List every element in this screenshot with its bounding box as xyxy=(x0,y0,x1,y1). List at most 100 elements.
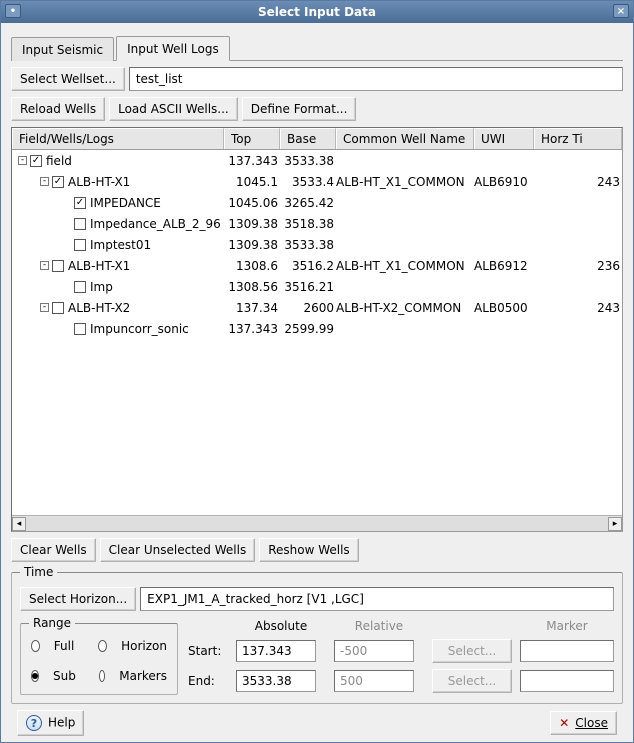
start-marker-select-button: Select... xyxy=(432,639,512,663)
window-title: Select Input Data xyxy=(258,5,376,19)
define-format-button[interactable]: Define Format... xyxy=(242,97,357,121)
row-label: field xyxy=(46,154,72,168)
tab-input-seismic[interactable]: Input Seismic xyxy=(11,37,114,61)
range-legend: Range xyxy=(29,616,75,630)
cell-base: 3533.4 xyxy=(280,175,336,189)
titlebar: • Select Input Data × xyxy=(1,1,633,23)
tab-input-well-logs[interactable]: Input Well Logs xyxy=(116,36,230,61)
cell-base: 3533.38 xyxy=(280,154,336,168)
end-marker-select-button: Select... xyxy=(432,669,512,693)
table-row[interactable]: Imptest011309.383533.38 xyxy=(12,234,622,255)
reload-wells-button[interactable]: Reload Wells xyxy=(11,97,105,121)
tree-toggle[interactable]: - xyxy=(40,303,49,312)
start-label: Start: xyxy=(188,644,228,658)
tabstrip: Input Seismic Input Well Logs xyxy=(11,33,623,61)
wells-tree-table: Field/Wells/Logs Top Base Common Well Na… xyxy=(11,127,623,532)
column-header[interactable]: Common Well Name xyxy=(336,128,474,149)
cell-common: ALB-HT-X2_COMMON xyxy=(336,301,474,315)
column-header[interactable]: Horz Ti xyxy=(534,128,622,149)
scroll-left-icon[interactable]: ◂ xyxy=(12,517,26,531)
relative-header: Relative xyxy=(334,619,424,633)
range-group: Range Full Horizon Sub Markers xyxy=(20,623,178,695)
end-label: End: xyxy=(188,674,228,688)
row-checkbox[interactable] xyxy=(74,323,86,335)
clear-unselected-wells-button[interactable]: Clear Unselected Wells xyxy=(100,538,256,562)
select-wellset-button[interactable]: Select Wellset... xyxy=(11,67,125,91)
cell-base: 2600 xyxy=(280,301,336,315)
cell-top: 1308.6 xyxy=(224,259,280,273)
row-checkbox[interactable] xyxy=(52,260,64,272)
row-checkbox[interactable] xyxy=(74,239,86,251)
time-legend: Time xyxy=(20,565,57,579)
cell-horz: 243 xyxy=(534,175,622,189)
row-label: IMPEDANCE xyxy=(90,196,161,210)
row-label: Imptest01 xyxy=(90,238,151,252)
help-icon: ? xyxy=(26,715,42,731)
table-row[interactable]: ✓IMPEDANCE1045.063265.42 xyxy=(12,192,622,213)
tree-toggle[interactable]: - xyxy=(18,156,27,165)
row-label: Impuncorr_sonic xyxy=(90,322,189,336)
radio-full[interactable] xyxy=(31,640,40,652)
cell-base: 3516.21 xyxy=(280,280,336,294)
time-group: Time Select Horizon... Range Full Horizo… xyxy=(11,572,623,704)
tree-toggle[interactable]: - xyxy=(40,177,49,186)
wellset-input[interactable] xyxy=(129,67,623,91)
cell-top: 137.34 xyxy=(224,301,280,315)
radio-sub[interactable] xyxy=(31,670,39,682)
tree-toggle[interactable]: - xyxy=(40,261,49,270)
cell-base: 3265.42 xyxy=(280,196,336,210)
horizon-input[interactable] xyxy=(140,587,614,611)
cell-uwi: ALB0500 xyxy=(474,301,534,315)
cell-base: 3518.38 xyxy=(280,217,336,231)
table-row[interactable]: -✓ field 137.3433533.38 xyxy=(12,150,622,171)
column-header[interactable]: Top xyxy=(224,128,280,149)
cell-horz: 243 xyxy=(534,301,622,315)
radio-horizon[interactable] xyxy=(98,640,107,652)
row-checkbox[interactable] xyxy=(52,302,64,314)
radio-markers[interactable] xyxy=(99,670,105,682)
row-checkbox[interactable] xyxy=(74,281,86,293)
help-button[interactable]: ?Help xyxy=(17,710,84,736)
reshow-wells-button[interactable]: Reshow Wells xyxy=(259,538,358,562)
cell-top: 137.343 xyxy=(224,154,280,168)
row-checkbox[interactable]: ✓ xyxy=(74,197,86,209)
end-absolute-input[interactable] xyxy=(236,670,316,692)
table-row[interactable]: Impuncorr_sonic 137.3432599.99 xyxy=(12,318,622,339)
select-horizon-button[interactable]: Select Horizon... xyxy=(20,587,136,611)
row-label: ALB-HT-X1 xyxy=(68,175,130,189)
clear-wells-button[interactable]: Clear Wells xyxy=(11,538,96,562)
row-checkbox[interactable] xyxy=(74,218,86,230)
close-icon: ✕ xyxy=(559,716,569,730)
load-ascii-wells-button[interactable]: Load ASCII Wells... xyxy=(109,97,238,121)
close-button[interactable]: ✕Close xyxy=(550,711,617,735)
cell-uwi: ALB6912 xyxy=(474,259,534,273)
row-checkbox[interactable]: ✓ xyxy=(52,176,64,188)
scroll-right-icon[interactable]: ▸ xyxy=(608,517,622,531)
table-row[interactable]: -✓ALB-HT-X11045.13533.4ALB-HT_X1_COMMONA… xyxy=(12,171,622,192)
column-header[interactable]: UWI xyxy=(474,128,534,149)
end-relative-input xyxy=(334,670,414,692)
column-header[interactable]: Field/Wells/Logs xyxy=(12,128,224,149)
row-checkbox[interactable]: ✓ xyxy=(30,155,42,167)
row-label: ALB-HT-X1 xyxy=(68,259,130,273)
cell-uwi: ALB6910 xyxy=(474,175,534,189)
cell-horz: 236 xyxy=(534,259,622,273)
window-menu-button[interactable]: • xyxy=(5,4,21,18)
cell-top: 1309.38 xyxy=(224,217,280,231)
table-row[interactable]: Impedance_ALB_2_961309.383518.38 xyxy=(12,213,622,234)
table-row[interactable]: -ALB-HT-X2137.342600ALB-HT-X2_COMMONALB0… xyxy=(12,297,622,318)
horizontal-scrollbar[interactable]: ◂ ▸ xyxy=(12,515,622,531)
cell-top: 1308.56 xyxy=(224,280,280,294)
column-header[interactable]: Base xyxy=(280,128,336,149)
start-marker-input xyxy=(520,640,614,662)
marker-header: Marker xyxy=(520,619,614,633)
cell-top: 1309.38 xyxy=(224,238,280,252)
table-row[interactable]: Imp1308.563516.21 xyxy=(12,276,622,297)
cell-base: 2599.99 xyxy=(280,322,336,336)
end-marker-input xyxy=(520,670,614,692)
cell-top: 137.343 xyxy=(224,322,280,336)
table-row[interactable]: -ALB-HT-X11308.63516.2ALB-HT_X1_COMMONAL… xyxy=(12,255,622,276)
close-window-button[interactable]: × xyxy=(613,4,629,18)
start-absolute-input[interactable] xyxy=(236,640,316,662)
cell-common: ALB-HT_X1_COMMON xyxy=(336,175,474,189)
